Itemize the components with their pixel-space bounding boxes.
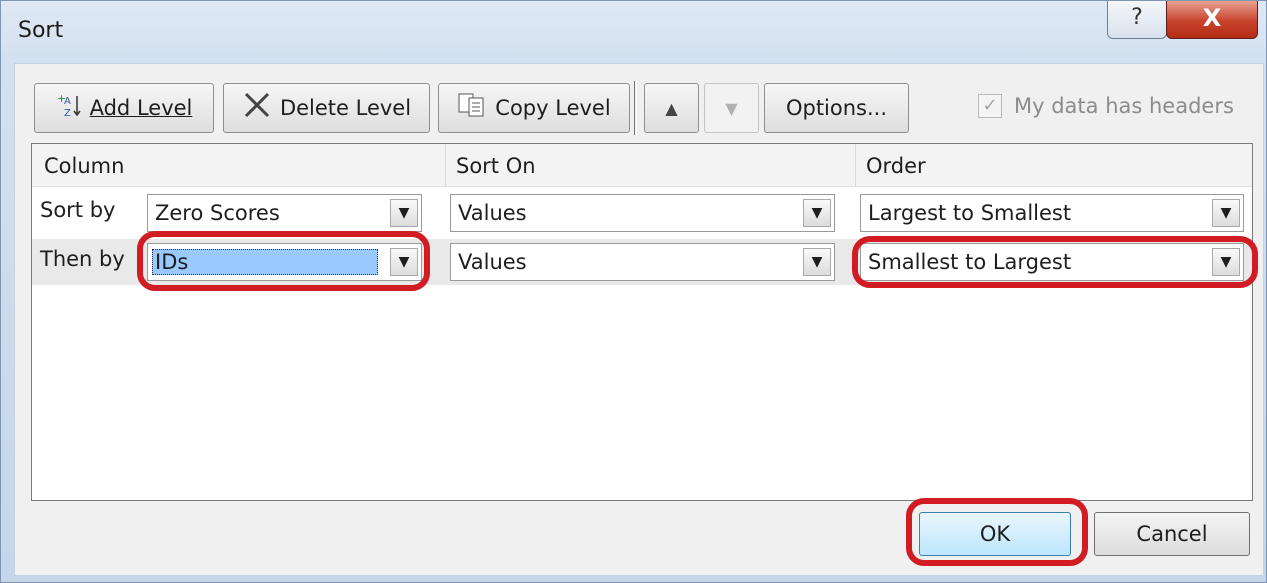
- x-icon: [242, 90, 272, 126]
- add-level-button[interactable]: + A Z Add Level: [34, 83, 214, 133]
- column-select-value: Zero Scores: [155, 201, 280, 225]
- chevron-down-icon[interactable]: ▼: [1212, 199, 1240, 227]
- order-header: Order: [866, 154, 926, 178]
- sort-on-select-value: Values: [458, 250, 527, 274]
- dialog-title: Sort: [18, 18, 64, 43]
- headers-option[interactable]: ✓ My data has headers: [978, 94, 1234, 118]
- close-button[interactable]: X: [1166, 1, 1258, 39]
- sort-on-select[interactable]: Values ▼: [450, 194, 835, 232]
- sort-on-header: Sort On: [456, 154, 536, 178]
- order-select[interactable]: Largest to Smallest ▼: [860, 194, 1244, 232]
- sort-dialog: Sort ? X + A Z Add Level Delete Level Copy…: [0, 0, 1267, 583]
- delete-level-label: Delete Level: [279, 96, 412, 120]
- move-down-button[interactable]: ▼: [704, 83, 759, 133]
- options-button[interactable]: Options...: [764, 83, 909, 133]
- sort-on-select-value: Values: [458, 201, 527, 225]
- chevron-down-icon[interactable]: ▼: [803, 248, 831, 276]
- row-label: Then by: [40, 247, 125, 271]
- chevron-down-icon[interactable]: ▼: [803, 199, 831, 227]
- svg-text:A: A: [64, 96, 71, 107]
- grid-header: Column Sort On Order: [32, 144, 1252, 187]
- sort-levels-grid: Column Sort On Order Sort by Zero Scores…: [31, 143, 1253, 501]
- delete-level-button[interactable]: Delete Level: [223, 83, 430, 133]
- arrow-up-icon: ▲: [665, 98, 678, 118]
- move-up-button[interactable]: ▲: [644, 83, 699, 133]
- header-divider: [445, 144, 446, 186]
- highlight-order-select: [852, 236, 1258, 288]
- add-level-label: Add Level: [89, 96, 193, 120]
- sort-az-plus-icon: + A Z: [56, 92, 82, 124]
- header-divider: [855, 144, 856, 186]
- copy-icon: [457, 92, 487, 124]
- sort-level-row[interactable]: Sort by Zero Scores ▼ Values ▼ Largest t…: [32, 190, 1252, 236]
- close-icon: X: [1202, 4, 1222, 32]
- headers-checkbox-label: My data has headers: [1014, 94, 1234, 118]
- toolbar-separator: [634, 81, 637, 135]
- ok-button[interactable]: OK: [919, 512, 1071, 556]
- column-select[interactable]: Zero Scores ▼: [147, 194, 422, 232]
- sort-on-select[interactable]: Values ▼: [450, 243, 835, 281]
- column-header: Column: [44, 154, 125, 178]
- arrow-down-icon: ▼: [725, 98, 738, 118]
- copy-level-label: Copy Level: [495, 96, 611, 120]
- copy-level-button[interactable]: Copy Level: [438, 83, 630, 133]
- order-select-value: Largest to Smallest: [868, 201, 1072, 225]
- options-label: Options...: [785, 96, 888, 120]
- highlight-ids-select: [137, 231, 430, 291]
- help-icon: ?: [1131, 5, 1143, 30]
- headers-checkbox[interactable]: ✓: [978, 94, 1002, 118]
- chevron-down-icon[interactable]: ▼: [390, 199, 418, 227]
- cancel-button[interactable]: Cancel: [1094, 512, 1250, 556]
- row-label: Sort by: [40, 198, 116, 222]
- help-button[interactable]: ?: [1107, 1, 1167, 39]
- svg-text:Z: Z: [64, 108, 71, 118]
